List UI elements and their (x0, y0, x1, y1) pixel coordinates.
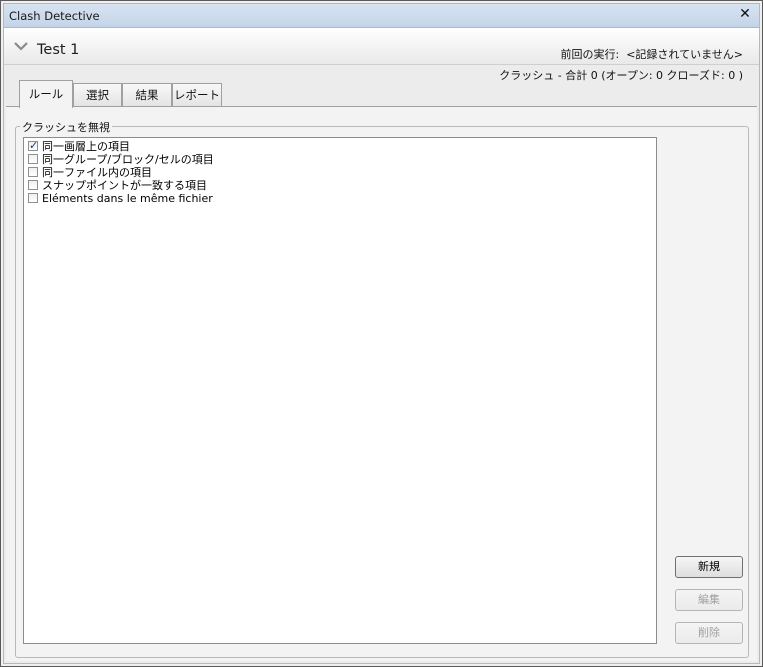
test-name: Test 1 (37, 42, 80, 58)
rule-label: 同一グループ/ブロック/セルの項目 (42, 153, 214, 166)
group-legend: クラッシュを無視 (20, 119, 112, 135)
rules-panel: クラッシュを無視 ✓ 同一画層上の項目 同一グループ/ブロック/セルの項目 同一… (6, 106, 757, 661)
ignore-clashes-group: クラッシュを無視 ✓ 同一画層上の項目 同一グループ/ブロック/セルの項目 同一… (15, 119, 749, 658)
checkbox[interactable] (28, 193, 38, 203)
rule-label: 同一ファイル内の項目 (42, 166, 152, 179)
rule-label: Eléments dans le même fichier (42, 192, 213, 205)
close-icon[interactable]: ✕ (737, 6, 753, 22)
chevron-down-icon[interactable] (14, 42, 28, 51)
clash-detective-window: Clash Detective ✕ Test 1 前回の実行: <記録されていま… (0, 0, 763, 667)
title-bar: Clash Detective ✕ (4, 4, 759, 28)
checkbox[interactable]: ✓ (28, 139, 39, 152)
delete-button[interactable]: 削除 (675, 622, 743, 644)
clash-summary: クラッシュ - 合計 0 (オープン: 0 クローズド: 0 ) (499, 69, 743, 82)
tab-report[interactable]: レポート (172, 83, 222, 107)
last-run-label: 前回の実行: (560, 48, 620, 61)
tab-select[interactable]: 選択 (73, 83, 122, 107)
checkbox[interactable] (28, 154, 38, 164)
window-frame: Clash Detective ✕ Test 1 前回の実行: <記録されていま… (3, 3, 760, 664)
ignore-rules-list: ✓ 同一画層上の項目 同一グループ/ブロック/セルの項目 同一ファイル内の項目 … (23, 137, 657, 644)
checkmark-icon: ✓ (29, 139, 39, 152)
checkbox[interactable] (28, 167, 38, 177)
test-header: Test 1 前回の実行: <記録されていません> (4, 28, 759, 65)
window-title: Clash Detective (9, 9, 100, 23)
last-run-value: <記録されていません> (626, 48, 743, 61)
new-button[interactable]: 新規 (675, 556, 743, 578)
rule-label: スナップポイントが一致する項目 (42, 179, 207, 192)
edit-button[interactable]: 編集 (675, 589, 743, 611)
last-run-status: 前回の実行: <記録されていません> (561, 46, 744, 62)
tab-rules[interactable]: ルール (19, 80, 73, 108)
rule-label: 同一画層上の項目 (42, 140, 130, 153)
tab-results[interactable]: 結果 (122, 83, 172, 107)
checkbox[interactable] (28, 180, 38, 190)
